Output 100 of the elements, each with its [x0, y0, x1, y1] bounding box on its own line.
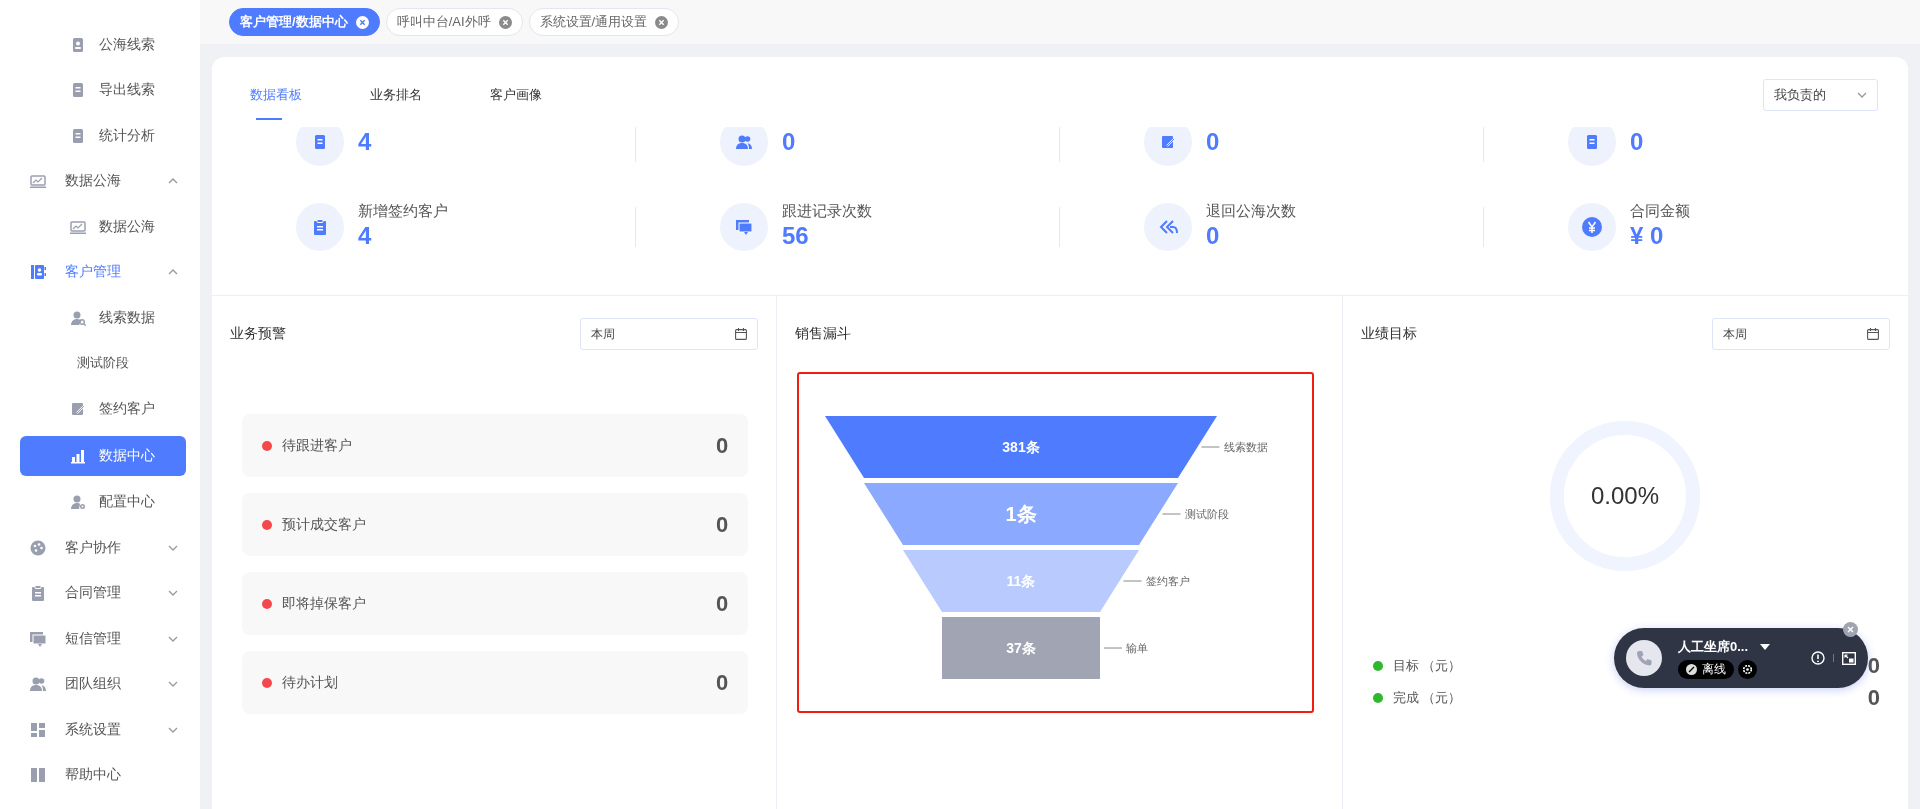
- close-icon: [498, 15, 512, 29]
- sidebar-group[interactable]: 客户协作: [0, 525, 200, 571]
- document-icon: [70, 82, 86, 99]
- sidebar-item[interactable]: 公海线索: [0, 22, 200, 68]
- sidebar-group[interactable]: 短信管理: [0, 616, 200, 662]
- panel-title: 业绩目标: [1360, 325, 1417, 343]
- stat-value: 4: [358, 221, 373, 251]
- page-tab[interactable]: 数据看板: [216, 62, 336, 127]
- sidebar-item[interactable]: 测试阶段: [0, 340, 200, 386]
- sidebar-item[interactable]: 配置中心: [0, 479, 200, 525]
- team-icon: [30, 676, 46, 693]
- stat-label: 新增签约客户: [358, 202, 448, 221]
- stat-value: 4: [358, 127, 372, 157]
- stat-value: 56: [782, 221, 810, 251]
- stat-value: 0: [1630, 127, 1644, 157]
- stat-value: 0: [782, 127, 796, 157]
- clipboard-icon: [312, 218, 328, 235]
- date-field[interactable]: 本周: [580, 318, 759, 350]
- alert-count: 0: [716, 511, 729, 538]
- sidebar-item[interactable]: 数据中心: [20, 435, 186, 476]
- sidebar-group[interactable]: 数据公海: [0, 158, 200, 204]
- book-icon: [30, 767, 46, 784]
- alert-count: 0: [716, 590, 729, 617]
- alert-card[interactable]: 待跟进客户 0: [242, 414, 749, 477]
- calendar-icon: [735, 328, 748, 340]
- calendar-icon: [1867, 328, 1879, 340]
- user-search-icon: [70, 309, 86, 326]
- close-icon: [655, 15, 669, 29]
- legend-label: 完成 （元）: [1392, 689, 1462, 707]
- chevron-down-icon: [168, 590, 178, 597]
- sidebar-item[interactable]: 统计分析: [0, 113, 200, 159]
- line-chart-icon: [70, 218, 86, 235]
- chevron-up-icon: [168, 178, 178, 185]
- chevron-down-icon: [168, 681, 178, 688]
- chevron-up-icon: [168, 269, 178, 276]
- legend-label: 目标 （元）: [1392, 657, 1462, 675]
- blocked-icon: [1686, 663, 1697, 675]
- settings-button[interactable]: [1738, 659, 1757, 679]
- address-book-icon: [30, 264, 46, 281]
- chevron-down-icon: [168, 544, 178, 551]
- stat-value: ¥ 0: [1630, 221, 1665, 251]
- sidebar-group[interactable]: 团队组织: [0, 661, 200, 707]
- funnel-label: 签约客户: [1146, 574, 1190, 587]
- line-chart-icon: [30, 173, 46, 190]
- sidebar-item[interactable]: 数据公海: [0, 204, 200, 250]
- agent-name: 人工坐席0...: [1678, 637, 1749, 656]
- page-tab[interactable]: 业务排名: [336, 62, 456, 127]
- sidebar-group[interactable]: 帮助中心: [0, 752, 200, 798]
- leader-line: [1201, 446, 1221, 447]
- scope-select[interactable]: 我负责的: [1763, 78, 1878, 111]
- open-tab[interactable]: 客户管理/数据中心: [229, 8, 380, 36]
- close-icon[interactable]: [1843, 622, 1858, 637]
- sidebar-group[interactable]: 系统设置: [0, 707, 200, 753]
- alert-card[interactable]: 即将掉保客户 0: [242, 572, 749, 635]
- funnel-count: 11条: [1007, 572, 1036, 589]
- stat-value: 0: [1206, 221, 1221, 251]
- status-button[interactable]: 离线: [1678, 659, 1734, 679]
- alert-card[interactable]: 预计成交客户 0: [242, 493, 749, 556]
- reply-all-icon: [1158, 218, 1178, 235]
- clipboard-icon: [30, 585, 46, 602]
- signing-icon: [70, 400, 86, 417]
- phone-button[interactable]: [1626, 640, 1662, 676]
- open-tab[interactable]: 呼叫中台/AI外呼: [385, 8, 523, 36]
- sidebar-group[interactable]: 客户管理: [0, 249, 200, 295]
- legend-value: 0: [1867, 653, 1880, 679]
- chevron-down-icon: [1857, 91, 1867, 98]
- open-tab[interactable]: 系统设置/通用设置: [528, 8, 680, 36]
- sidebar-item[interactable]: 签约客户: [0, 386, 200, 432]
- document-icon: [312, 133, 328, 150]
- funnel-label: 输单: [1126, 641, 1149, 654]
- panel-title: 销售漏斗: [795, 325, 852, 343]
- leader-line: [1162, 513, 1182, 514]
- palette-icon: [30, 539, 46, 556]
- alert-card[interactable]: 待办计划 0: [242, 651, 749, 714]
- chat-icon: [736, 218, 752, 235]
- caret-icon: [1760, 643, 1771, 650]
- stat-value: 0: [1206, 127, 1220, 157]
- chat-icon: [30, 630, 46, 647]
- funnel-label: 线索数据: [1224, 440, 1268, 453]
- signing-icon: [1160, 133, 1176, 150]
- user-gear-icon: [70, 494, 86, 511]
- legend-value: 0: [1867, 685, 1880, 711]
- alert-count: 0: [716, 669, 729, 696]
- date-field[interactable]: 本周: [1712, 318, 1890, 350]
- sidebar-item[interactable]: 导出线索: [0, 67, 200, 113]
- funnel-count: 1条: [1005, 502, 1038, 525]
- page-tab[interactable]: 客户画像: [456, 62, 576, 127]
- alert-label: 即将掉保客户: [282, 594, 366, 613]
- alert-label: 待跟进客户: [282, 436, 352, 455]
- alert-count: 0: [716, 432, 729, 459]
- funnel-label: 测试阶段: [1185, 507, 1229, 520]
- sidebar-group[interactable]: 合同管理: [0, 570, 200, 616]
- sidebar-item[interactable]: 线索数据: [0, 295, 200, 341]
- stat-label: 合同金额: [1630, 202, 1690, 221]
- document-icon: [70, 127, 86, 144]
- picture-in-picture-icon: [1842, 651, 1856, 665]
- stat-label: 退回公海次数: [1206, 202, 1296, 221]
- close-icon: [355, 15, 369, 29]
- settings-icon: [1742, 663, 1753, 675]
- alert-label: 待办计划: [282, 673, 338, 692]
